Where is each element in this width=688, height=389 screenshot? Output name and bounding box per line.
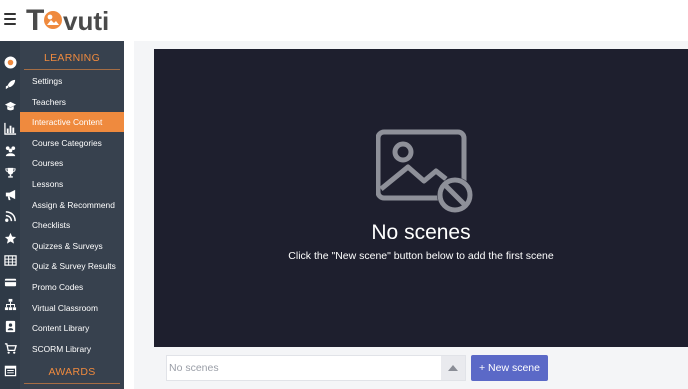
star-icon[interactable]	[2, 230, 18, 246]
sidebar-item-checklists[interactable]: Checklists	[20, 215, 124, 235]
new-scene-button[interactable]: + New scene	[471, 355, 548, 381]
avatar-icon[interactable]	[2, 54, 18, 70]
sidebar-item-settings[interactable]: Settings	[20, 71, 124, 91]
sitemap-icon[interactable]	[2, 296, 18, 312]
tovuti-logo[interactable]: T vuti	[26, 2, 118, 36]
sidebar-section-learning: LEARNING	[43, 52, 101, 64]
sidebar-item-quizzes-surveys[interactable]: Quizzes & Surveys	[20, 236, 124, 256]
scene-selector-input[interactable]	[167, 356, 439, 380]
sidebar-item-teachers[interactable]: Teachers	[20, 92, 124, 112]
svg-text:T: T	[26, 4, 44, 36]
graduation-cap-icon[interactable]	[2, 98, 18, 114]
sidebar-divider	[24, 69, 120, 70]
sidebar-item-courses[interactable]: Courses	[20, 153, 124, 173]
users-icon[interactable]	[2, 142, 18, 158]
scene-selector[interactable]	[166, 355, 466, 381]
no-scenes-subtitle: Click the "New scene" button below to ad…	[288, 250, 554, 262]
icon-rail	[0, 41, 20, 389]
sidebar-item-scorm-library[interactable]: SCORM Library	[20, 339, 124, 359]
sidebar-item-course-categories[interactable]: Course Categories	[20, 133, 124, 153]
scene-stage: No scenes Click the "New scene" button b…	[154, 49, 688, 347]
sidebar-item-promo-codes[interactable]: Promo Codes	[20, 277, 124, 297]
sidebar-divider	[24, 383, 120, 384]
content-gutter	[124, 41, 134, 389]
cart-icon[interactable]	[2, 340, 18, 356]
credit-card-icon[interactable]	[2, 274, 18, 290]
sidebar-item-interactive-content[interactable]: Interactive Content	[20, 112, 124, 132]
no-image-icon	[376, 129, 473, 213]
rss-icon[interactable]	[2, 208, 18, 224]
sidebar-item-content-library[interactable]: Content Library	[20, 318, 124, 338]
svg-text:vuti: vuti	[63, 6, 109, 36]
sidebar-item-quiz-survey-results[interactable]: Quiz & Survey Results	[20, 256, 124, 276]
bar-chart-icon[interactable]	[2, 120, 18, 136]
table-icon[interactable]	[2, 252, 18, 268]
no-scenes-title: No scenes	[371, 221, 471, 244]
contact-card-icon[interactable]	[2, 318, 18, 334]
sidebar: LEARNING Settings Teachers Interactive C…	[20, 41, 124, 389]
megaphone-icon[interactable]	[2, 186, 18, 202]
top-bar: T vuti	[0, 0, 688, 41]
caret-up-icon[interactable]	[441, 356, 465, 380]
trophy-icon[interactable]	[2, 164, 18, 180]
sidebar-item-virtual-classroom[interactable]: Virtual Classroom	[20, 298, 124, 318]
hamburger-menu-icon[interactable]	[4, 13, 16, 25]
calendar-icon[interactable]	[2, 362, 18, 378]
rocket-icon[interactable]	[2, 76, 18, 92]
sidebar-item-lessons[interactable]: Lessons	[20, 174, 124, 194]
sidebar-item-assign-recommend[interactable]: Assign & Recommend	[20, 195, 124, 215]
sidebar-section-awards: AWARDS	[48, 366, 96, 378]
